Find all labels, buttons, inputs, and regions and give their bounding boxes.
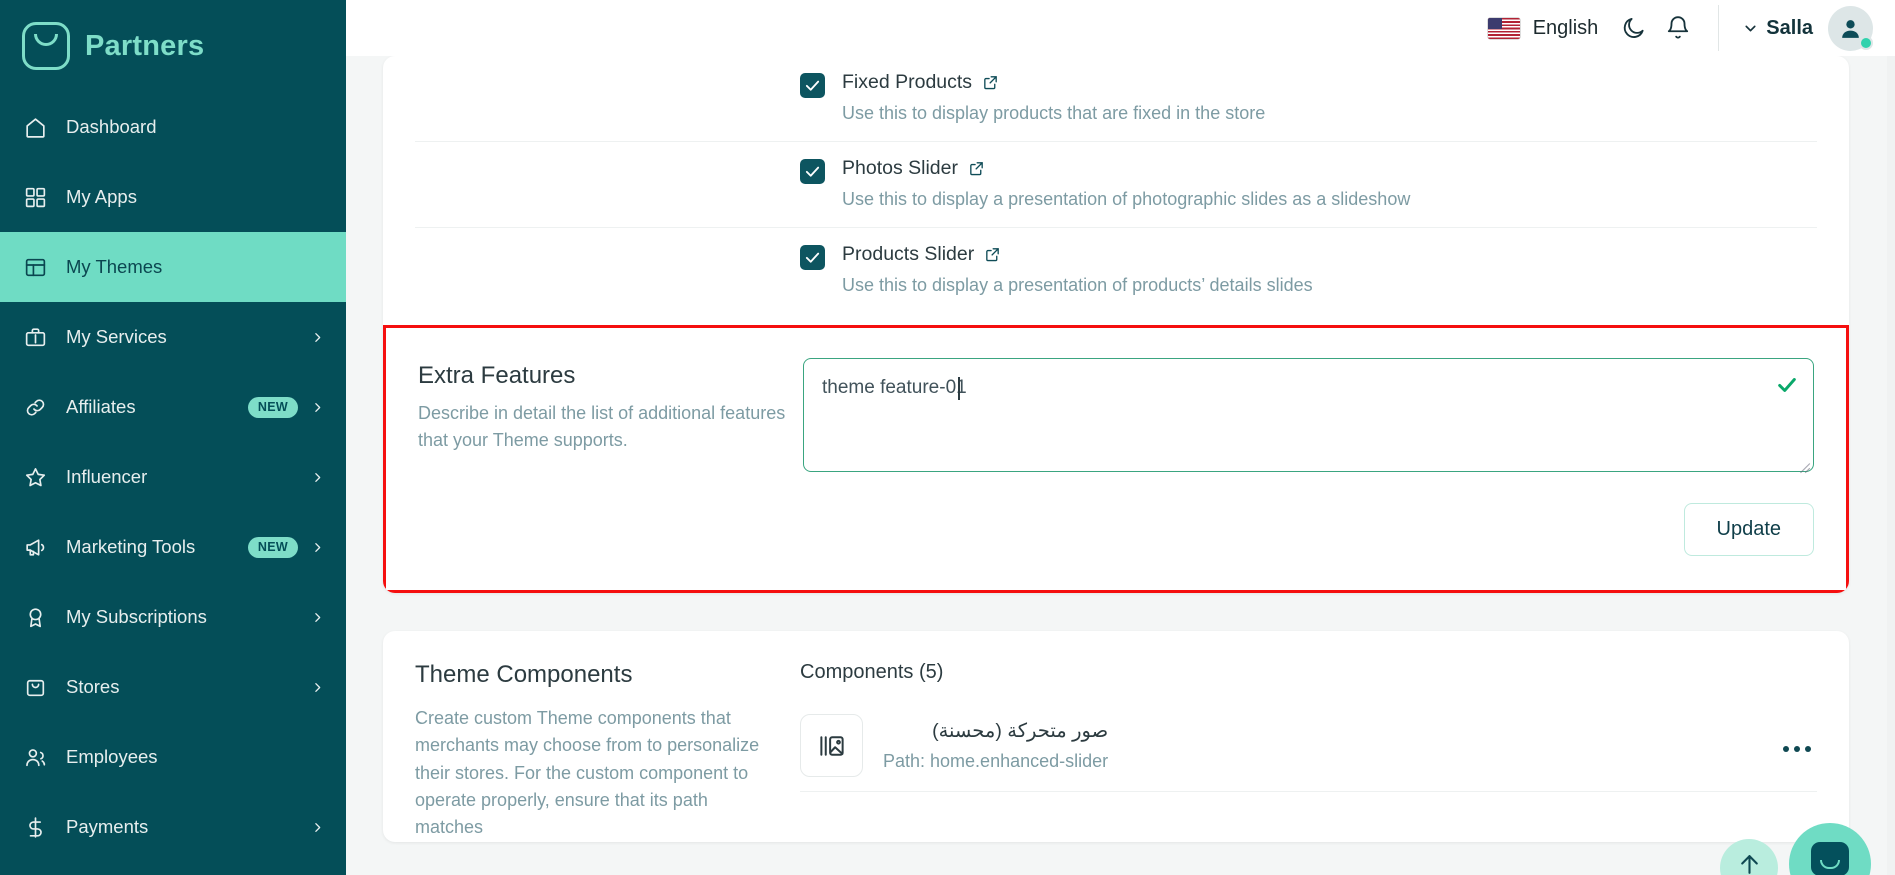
link-icon (22, 394, 49, 421)
image-slider-icon (800, 714, 863, 777)
star-icon (22, 464, 49, 491)
feature-label: Fixed Products (842, 71, 973, 93)
external-link-icon[interactable] (982, 74, 999, 91)
shopping-bag-icon (22, 674, 49, 701)
feature-label: Photos Slider (842, 157, 958, 179)
chevron-right-icon (310, 401, 324, 414)
update-button[interactable]: Update (1683, 503, 1814, 556)
home-icon (22, 114, 49, 141)
dollar-icon (22, 814, 49, 841)
external-link-icon[interactable] (984, 246, 1001, 263)
extra-features-textarea[interactable] (803, 358, 1814, 472)
feature-description: Use this to display a presentation of ph… (842, 189, 1411, 209)
list-item[interactable]: صور متحركة (محسنة) Path: home.enhanced-sl… (800, 698, 1817, 792)
salla-chat-logo-icon (1811, 842, 1849, 875)
avatar[interactable] (1828, 5, 1873, 51)
text-cursor (958, 377, 960, 400)
language-selector[interactable]: English (1533, 17, 1599, 40)
sidebar-item-my apps[interactable]: My Apps (0, 162, 346, 232)
feature-row: Products Slider Use this to display a pre… (415, 228, 1817, 313)
users-icon (22, 744, 49, 771)
sidebar-item-payments[interactable]: Payments (0, 792, 346, 862)
check-icon (1776, 374, 1798, 401)
feature-label: Products Slider (842, 243, 975, 265)
feature-checkbox[interactable] (800, 245, 825, 270)
moon-icon[interactable] (1612, 6, 1656, 50)
feature-description: Use this to display products that are fi… (842, 103, 1266, 123)
arrow-up-icon (1740, 854, 1758, 874)
sidebar-item-label: Payments (66, 816, 149, 837)
brand-name: Partners (85, 29, 205, 62)
sidebar-item-influencer[interactable]: Influencer (0, 442, 346, 512)
chevron-right-icon (310, 471, 324, 484)
header-divider (1718, 5, 1720, 51)
award-icon (22, 604, 49, 631)
sidebar-item-label: Employees (66, 746, 158, 767)
sidebar-item-stores[interactable]: Stores (0, 652, 346, 722)
status-badge (1859, 35, 1873, 50)
component-path: Path: home.enhanced-slider (883, 751, 1109, 771)
feature-list: Fixed Products Use this to display produc… (383, 56, 1849, 313)
feature-row: Fixed Products Use this to display produc… (415, 56, 1817, 142)
components-count: Components (5) (800, 661, 944, 683)
theme-components-card: Theme Components Create custom Theme com… (383, 631, 1849, 842)
sidebar-item-dashboard[interactable]: Dashboard (0, 92, 346, 162)
sidebar-item-marketing tools[interactable]: Marketing Tools NEW (0, 512, 346, 582)
chevron-right-icon (310, 821, 324, 834)
sidebar-item-label: Dashboard (66, 116, 157, 137)
sidebar-item-label: Stores (66, 676, 120, 697)
salla-smile-logo-icon (22, 22, 70, 70)
sidebar-item-label: My Services (66, 326, 167, 347)
theme-components-description: Create custom Theme components that merc… (415, 708, 760, 838)
sidebar-item-my themes[interactable]: My Themes (0, 232, 346, 302)
external-link-icon[interactable] (968, 160, 985, 177)
briefcase-icon (22, 324, 49, 351)
feature-checkbox[interactable] (800, 159, 825, 184)
chevron-down-icon[interactable] (1739, 6, 1761, 50)
user-name[interactable]: Salla (1766, 17, 1813, 40)
grid-icon (22, 184, 49, 211)
bell-icon[interactable] (1656, 6, 1700, 50)
chevron-right-icon (310, 611, 324, 624)
sidebar-item-label: My Subscriptions (66, 606, 207, 627)
top-header: English Salla (346, 0, 1895, 56)
sidebar-item-my subscriptions[interactable]: My Subscriptions (0, 582, 346, 652)
sidebar-item-my services[interactable]: My Services (0, 302, 346, 372)
sidebar-badge-new: NEW (247, 536, 298, 558)
feature-description: Use this to display a presentation of pr… (842, 275, 1313, 295)
chevron-right-icon (310, 331, 324, 344)
feature-row: Photos Slider Use this to display a prese… (415, 142, 1817, 228)
scroll-to-top-button[interactable] (1720, 839, 1778, 875)
theme-components-title: Theme Components (415, 661, 633, 688)
more-horizontal-icon[interactable] (1783, 746, 1811, 752)
sidebar-item-label: Marketing Tools (66, 536, 196, 557)
chevron-right-icon (310, 681, 324, 694)
scrollbar[interactable] (1887, 56, 1895, 875)
layout-icon (22, 254, 49, 281)
component-name: صور متحركة (محسنة) (932, 720, 1109, 742)
sidebar-item-label: My Apps (66, 186, 137, 207)
sidebar: Partners Dashboard My Apps My Themes My Ser… (0, 0, 346, 875)
sidebar-item-employees[interactable]: Employees (0, 722, 346, 792)
feature-checkbox[interactable] (800, 73, 825, 98)
sidebar-nav: Dashboard My Apps My Themes My Services Affi… (0, 92, 346, 862)
sidebar-item-label: Affiliates (66, 396, 136, 417)
megaphone-icon (22, 534, 49, 561)
sidebar-item-label: Influencer (66, 466, 148, 487)
brand-logo[interactable]: Partners (0, 0, 346, 92)
components-list: صور متحركة (محسنة) Path: home.enhanced-sl… (800, 698, 1817, 792)
extra-features-description: Describe in detail the list of additiona… (418, 403, 786, 450)
sidebar-item-label: My Themes (66, 256, 163, 277)
chevron-right-icon (310, 541, 324, 554)
resize-grip-icon[interactable] (1797, 460, 1811, 474)
theme-features-card: Fixed Products Use this to display produc… (383, 56, 1849, 593)
sidebar-badge-new: NEW (247, 396, 298, 418)
us-flag-icon (1487, 17, 1520, 39)
extra-features-title: Extra Features (418, 362, 576, 389)
extra-features-section: Extra Features Describe in detail the li… (383, 325, 1849, 593)
main-content: Fixed Products Use this to display produc… (346, 56, 1895, 875)
sidebar-item-affiliates[interactable]: Affiliates NEW (0, 372, 346, 442)
